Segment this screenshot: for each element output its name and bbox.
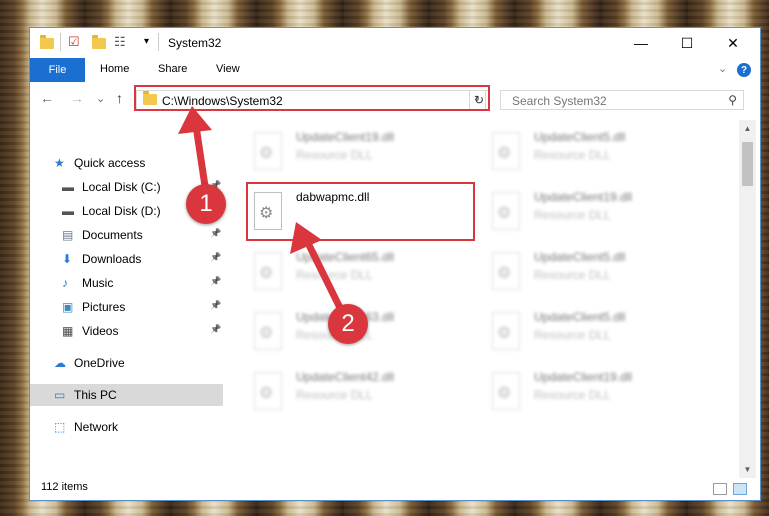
arrow-2-head [290, 222, 322, 254]
step-badge-1: 1 [186, 184, 226, 224]
annotation-arrows [178, 106, 349, 320]
step-badge-2: 2 [328, 304, 368, 344]
arrow-1-shaft [192, 125, 209, 187]
arrow-1-head [178, 106, 212, 134]
